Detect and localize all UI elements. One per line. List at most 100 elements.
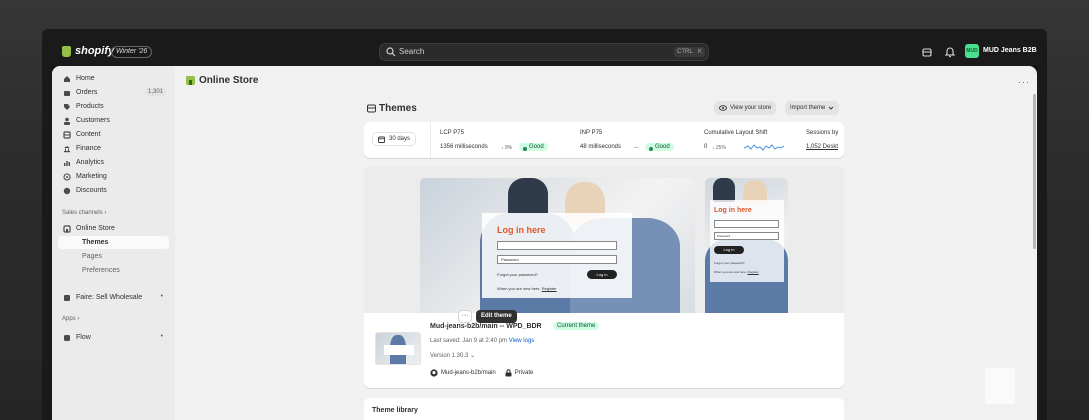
themes-title: Themes [379,103,417,114]
view-logs-link[interactable]: View logs [509,338,535,344]
sidebar-item-finance[interactable]: Finance [58,142,169,155]
shortcut-k-key: K [695,47,706,57]
cls-change: ↓ 25% [712,145,726,151]
shortcut-ctrl-key: CTRL [674,47,696,57]
login-title: Log in here [497,225,546,235]
model-head-left [713,178,735,202]
mobile-forgot-password: Forgot your password? [714,261,745,265]
sidebar-item-label: Orders [76,89,98,96]
desktop-preview-image: Log in here Password Forgot your passwor… [420,178,695,313]
theme-preview-area[interactable]: Log in here Password Forgot your passwor… [364,166,844,313]
floating-panel [985,368,1015,404]
lock-icon [505,369,512,377]
search-bar[interactable]: Search CTRL K [379,43,709,61]
main-content: Home Orders 1,301 Products Customers Con… [52,66,1037,420]
lcp-status-badge: Good [519,143,548,151]
store-name[interactable]: MUD Jeans B2B [983,47,1037,54]
password-placeholder: Password [501,257,519,262]
repo-name: Mud-jeans-b2b/main [441,370,496,376]
sidebar-item-label: Products [76,103,104,110]
sidebar-item-label: Preferences [82,267,120,274]
search-placeholder: Search [399,47,425,56]
orders-icon [64,90,70,96]
inp-status-badge: Good [645,143,674,151]
edition-badge[interactable]: Winter '26 [111,46,153,58]
sessions-label[interactable]: Sessions by [806,130,838,136]
sidebar-item-faire[interactable]: Faire: Sell Wholesale • [58,291,169,304]
bank-icon [64,145,70,152]
sidebar-item-label: Flow [76,334,91,341]
discount-icon [63,187,71,194]
sidebar-item-themes[interactable]: Themes [58,236,169,249]
sidebar-item-label: Analytics [76,159,105,166]
lcp-change: ↓ 9% [501,145,513,151]
sidebar-item-customers[interactable]: Customers [58,114,169,127]
performance-metrics-card: 30 days LCP P75 1356 milliseconds ↓ 9% G… [364,122,844,158]
tag-icon [64,103,70,110]
import-theme-label: Import theme [790,105,826,111]
faire-app-icon [64,294,70,301]
mobile-login-form-preview: Log in here Password Log in Forgot your … [710,200,784,282]
login-form-preview: Log in here Password Forgot your passwor… [482,213,632,298]
date-range-label: 30 days [389,136,411,142]
orders-count-badge: 1,301 [144,88,166,96]
sessions-value: 1,052 Deskt [806,144,839,150]
scrollbar[interactable] [1033,94,1036,249]
pin-indicator-icon: • [160,293,163,300]
shopify-bag-icon [62,45,71,57]
themes-icon [367,104,376,113]
target-icon [63,172,71,181]
content-icon [63,130,71,139]
brand-name: shopify [75,45,115,57]
store-switcher-icon[interactable] [921,46,933,58]
sidebar-item-products[interactable]: Products [58,100,169,113]
mobile-preview-image: Log in here Password Log in Forgot your … [705,178,788,313]
sidebar-item-label: Online Store [76,225,115,232]
sidebar-item-label: Faire: Sell Wholesale [76,294,143,301]
theme-library-card: Theme library [364,398,844,420]
shopify-admin-window: shopify Winter '26 Search CTRL K MUD MUD… [52,38,1037,420]
version-selector[interactable]: Version 1.30.3 ⌄ [430,352,475,359]
page-more-actions-button[interactable]: ··· [1018,77,1030,87]
cls-label[interactable]: Cumulative Layout Shift [704,130,767,136]
model-head-left [508,178,548,218]
sidebar-item-orders[interactable]: Orders 1,301 [58,86,169,99]
sidebar-item-label: Discounts [76,187,107,194]
store-avatar[interactable]: MUD [965,44,979,58]
sidebar-item-pages[interactable]: Pages [58,250,169,263]
mobile-login-button: Log in [714,246,744,254]
theme-more-actions-button[interactable]: ··· [458,310,472,323]
sidebar-item-flow[interactable]: Flow • [58,331,169,344]
inp-change: — [634,145,639,151]
import-theme-button[interactable]: Import theme [785,101,840,115]
apps-heading[interactable]: Apps › [62,316,79,322]
sidebar-item-online-store[interactable]: Online Store [58,222,169,235]
edit-theme-button[interactable]: Edit theme [476,310,517,323]
shopify-logo[interactable]: shopify [62,45,114,57]
sidebar-item-preferences[interactable]: Preferences [58,264,169,277]
storefront-icon [63,224,71,233]
sidebar-item-discounts[interactable]: Discounts [58,184,169,197]
sidebar-item-marketing[interactable]: Marketing [58,170,169,183]
sales-channels-heading[interactable]: Sales channels › [62,210,106,216]
sidebar-item-home[interactable]: Home [58,72,169,85]
sidebar-item-label: Home [76,75,95,82]
theme-thumbnail[interactable] [375,332,421,365]
inp-value: 48 milliseconds [580,144,622,150]
date-range-button[interactable]: 30 days [372,132,417,146]
lcp-label[interactable]: LCP P75 [440,130,464,136]
sidebar-item-label: Finance [76,145,101,152]
sidebar-item-analytics[interactable]: Analytics [58,156,169,169]
mobile-new-here-text: When you are new here, Register [714,270,759,274]
bell-icon[interactable] [944,46,956,58]
person-icon [64,117,70,125]
top-bar: shopify Winter '26 Search CTRL K MUD MUD… [52,38,1037,66]
view-store-button[interactable]: View your store [714,101,777,115]
last-saved-text: Last saved: Jan 9 at 2:40 pm View logs [430,338,535,344]
mobile-login-title: Log in here [714,207,752,214]
sidebar-item-content[interactable]: Content [58,128,169,141]
lcp-value: 1356 milliseconds [440,144,488,150]
theme-library-title: Theme library [372,407,418,414]
inp-label[interactable]: INP P75 [580,130,602,136]
sidebar-item-label: Customers [76,117,110,124]
